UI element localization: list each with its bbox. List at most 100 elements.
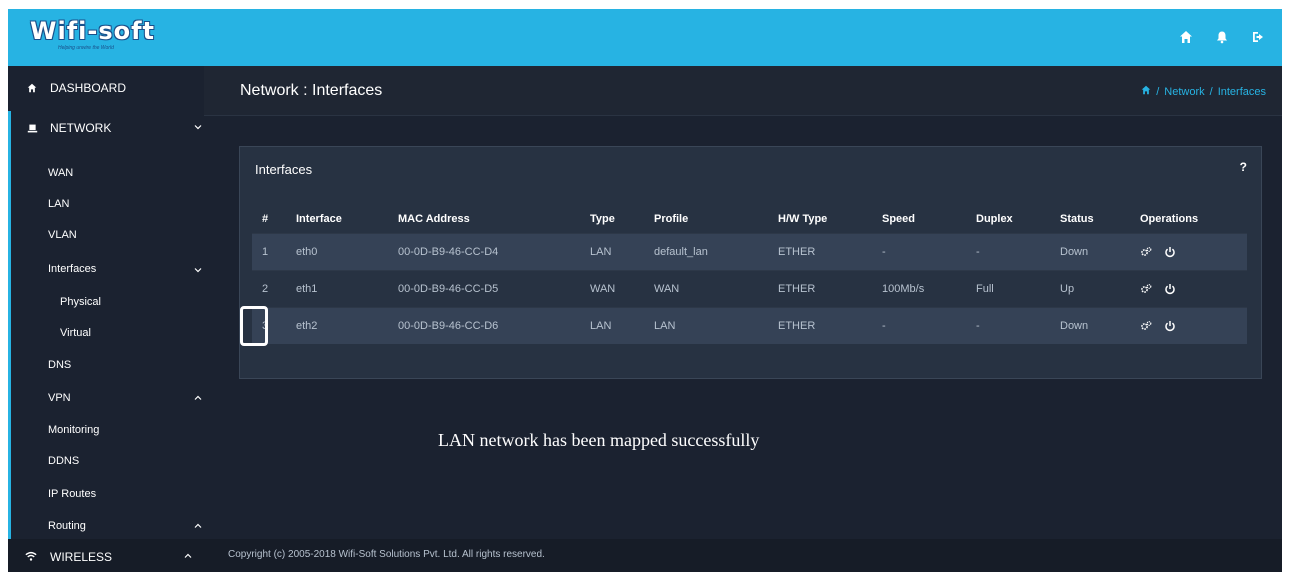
column-header-status: Status	[1060, 213, 1094, 226]
column-header-number: #	[262, 213, 269, 226]
cell-hw-type: ETHER	[778, 306, 882, 344]
power-icon[interactable]	[1164, 246, 1176, 258]
sidebar-item-label: WIRELESS	[50, 550, 113, 564]
sidebar-item-monitoring[interactable]: Monitoring	[48, 424, 99, 436]
success-message: LAN network has been mapped successfully	[438, 430, 760, 450]
logo-text: Wifi-soft	[30, 17, 156, 45]
cell-interface: eth2	[296, 306, 398, 344]
sidebar-item-physical[interactable]: Physical	[60, 296, 101, 308]
chevron-up-icon	[184, 553, 192, 558]
cell-duplex: -	[976, 306, 1060, 344]
cell-operations	[1140, 232, 1247, 270]
sidebar-item-label: NETWORK	[50, 121, 112, 135]
cell-mac: 00-0D-B9-46-CC-D6	[398, 306, 590, 344]
sidebar-item-virtual[interactable]: Virtual	[60, 327, 91, 339]
cell-hw-type: ETHER	[778, 269, 882, 307]
logo[interactable]: Wifi-soft Helping unwire the World	[24, 15, 184, 59]
sidebar-item-ip-routes[interactable]: IP Routes	[48, 488, 96, 500]
sidebar-accent	[8, 111, 11, 572]
cell-status: Down	[1060, 306, 1140, 344]
sidebar-item-routing[interactable]: Routing	[48, 520, 86, 532]
interfaces-table: # Interface MAC Address Type Profile H/W…	[252, 206, 1247, 344]
table-row[interactable]: 3 eth2 00-0D-B9-46-CC-D6 LAN LAN ETHER -…	[252, 306, 1247, 344]
copyright-text: Copyright (c) 2005-2018 Wifi-Soft Soluti…	[228, 549, 545, 560]
cell-speed: 100Mb/s	[882, 269, 976, 307]
top-bar: Wifi-soft Helping unwire the World	[8, 9, 1282, 66]
cell-interface: eth0	[296, 232, 398, 270]
help-button[interactable]: ?	[1240, 160, 1247, 174]
breadcrumb-separator: /	[1156, 85, 1160, 98]
cell-type: WAN	[590, 269, 654, 307]
sidebar-item-network[interactable]: NETWORK	[8, 112, 204, 144]
sidebar-item-ddns[interactable]: DDNS	[48, 455, 79, 467]
settings-icon[interactable]	[1140, 283, 1152, 295]
breadcrumb-interfaces[interactable]: Interfaces	[1218, 86, 1266, 98]
home-icon[interactable]	[1141, 85, 1151, 98]
panel-title: Interfaces	[255, 162, 313, 177]
interfaces-panel: Interfaces ? # Interface MAC Address Typ…	[239, 146, 1262, 379]
sidebar-item-dashboard[interactable]: DASHBOARD	[8, 72, 204, 104]
column-header-hw-type: H/W Type	[778, 213, 828, 226]
cell-speed: -	[882, 306, 976, 344]
column-header-speed: Speed	[882, 213, 916, 226]
settings-icon[interactable]	[1140, 320, 1152, 332]
top-icons	[1178, 29, 1266, 45]
sidebar-item-wireless[interactable]: WIRELESS	[8, 539, 204, 572]
column-header-interface: Interface	[296, 213, 342, 226]
cell-number: 2	[252, 269, 296, 307]
power-icon[interactable]	[1164, 320, 1176, 332]
sidebar-item-vpn[interactable]: VPN	[48, 392, 71, 404]
cell-status: Up	[1060, 269, 1140, 307]
sidebar-item-wan[interactable]: WAN	[48, 167, 73, 179]
footer: Copyright (c) 2005-2018 Wifi-Soft Soluti…	[204, 539, 1282, 572]
home-icon[interactable]	[1178, 29, 1194, 45]
sidebar-item-lan[interactable]: LAN	[48, 198, 69, 210]
breadcrumb-separator: /	[1209, 85, 1213, 98]
cell-hw-type: ETHER	[778, 232, 882, 270]
app-frame: Wifi-soft Helping unwire the World DASHB…	[8, 9, 1282, 572]
cell-duplex: -	[976, 232, 1060, 270]
logout-icon[interactable]	[1250, 29, 1266, 45]
column-header-operations: Operations	[1140, 213, 1199, 226]
sidebar-item-dns[interactable]: DNS	[48, 359, 71, 371]
chevron-down-icon	[194, 125, 202, 130]
cell-status: Down	[1060, 232, 1140, 270]
cell-profile: default_lan	[654, 232, 778, 270]
wifi-icon	[25, 549, 37, 567]
column-header-type: Type	[590, 213, 615, 226]
sidebar: DASHBOARD NETWORK WAN LAN VLAN Interface…	[8, 66, 204, 572]
cell-type: LAN	[590, 232, 654, 270]
cell-duplex: Full	[976, 269, 1060, 307]
logo-tagline: Helping unwire the World	[58, 45, 114, 51]
cell-speed: -	[882, 232, 976, 270]
table-header-row: # Interface MAC Address Type Profile H/W…	[252, 206, 1247, 233]
breadcrumb: / Network / Interfaces	[1141, 85, 1266, 98]
chevron-up-icon	[194, 395, 202, 400]
sidebar-item-vlan[interactable]: VLAN	[48, 229, 77, 241]
cell-interface: eth1	[296, 269, 398, 307]
cell-profile: LAN	[654, 306, 778, 344]
cell-type: LAN	[590, 306, 654, 344]
settings-icon[interactable]	[1140, 246, 1152, 258]
power-icon[interactable]	[1164, 283, 1176, 295]
chevron-down-icon	[194, 268, 202, 273]
highlight-box	[240, 306, 268, 346]
chevron-up-icon	[194, 523, 202, 528]
table-row[interactable]: 1 eth0 00-0D-B9-46-CC-D4 LAN default_lan…	[252, 232, 1247, 270]
cell-number: 1	[252, 232, 296, 270]
bell-icon[interactable]	[1214, 29, 1230, 45]
cell-mac: 00-0D-B9-46-CC-D5	[398, 269, 590, 307]
column-header-mac: MAC Address	[398, 213, 470, 226]
laptop-icon	[25, 121, 39, 135]
cell-operations	[1140, 306, 1247, 344]
home-icon	[25, 81, 39, 95]
column-header-profile: Profile	[654, 213, 689, 226]
column-header-duplex: Duplex	[976, 213, 1013, 226]
cell-profile: WAN	[654, 269, 778, 307]
breadcrumb-network[interactable]: Network	[1164, 86, 1204, 98]
page-title: Network : Interfaces	[240, 82, 383, 99]
sidebar-item-label: DASHBOARD	[50, 81, 127, 95]
sidebar-item-interfaces[interactable]: Interfaces	[48, 263, 96, 275]
cell-operations	[1140, 269, 1247, 307]
table-row[interactable]: 2 eth1 00-0D-B9-46-CC-D5 WAN WAN ETHER 1…	[252, 269, 1247, 307]
